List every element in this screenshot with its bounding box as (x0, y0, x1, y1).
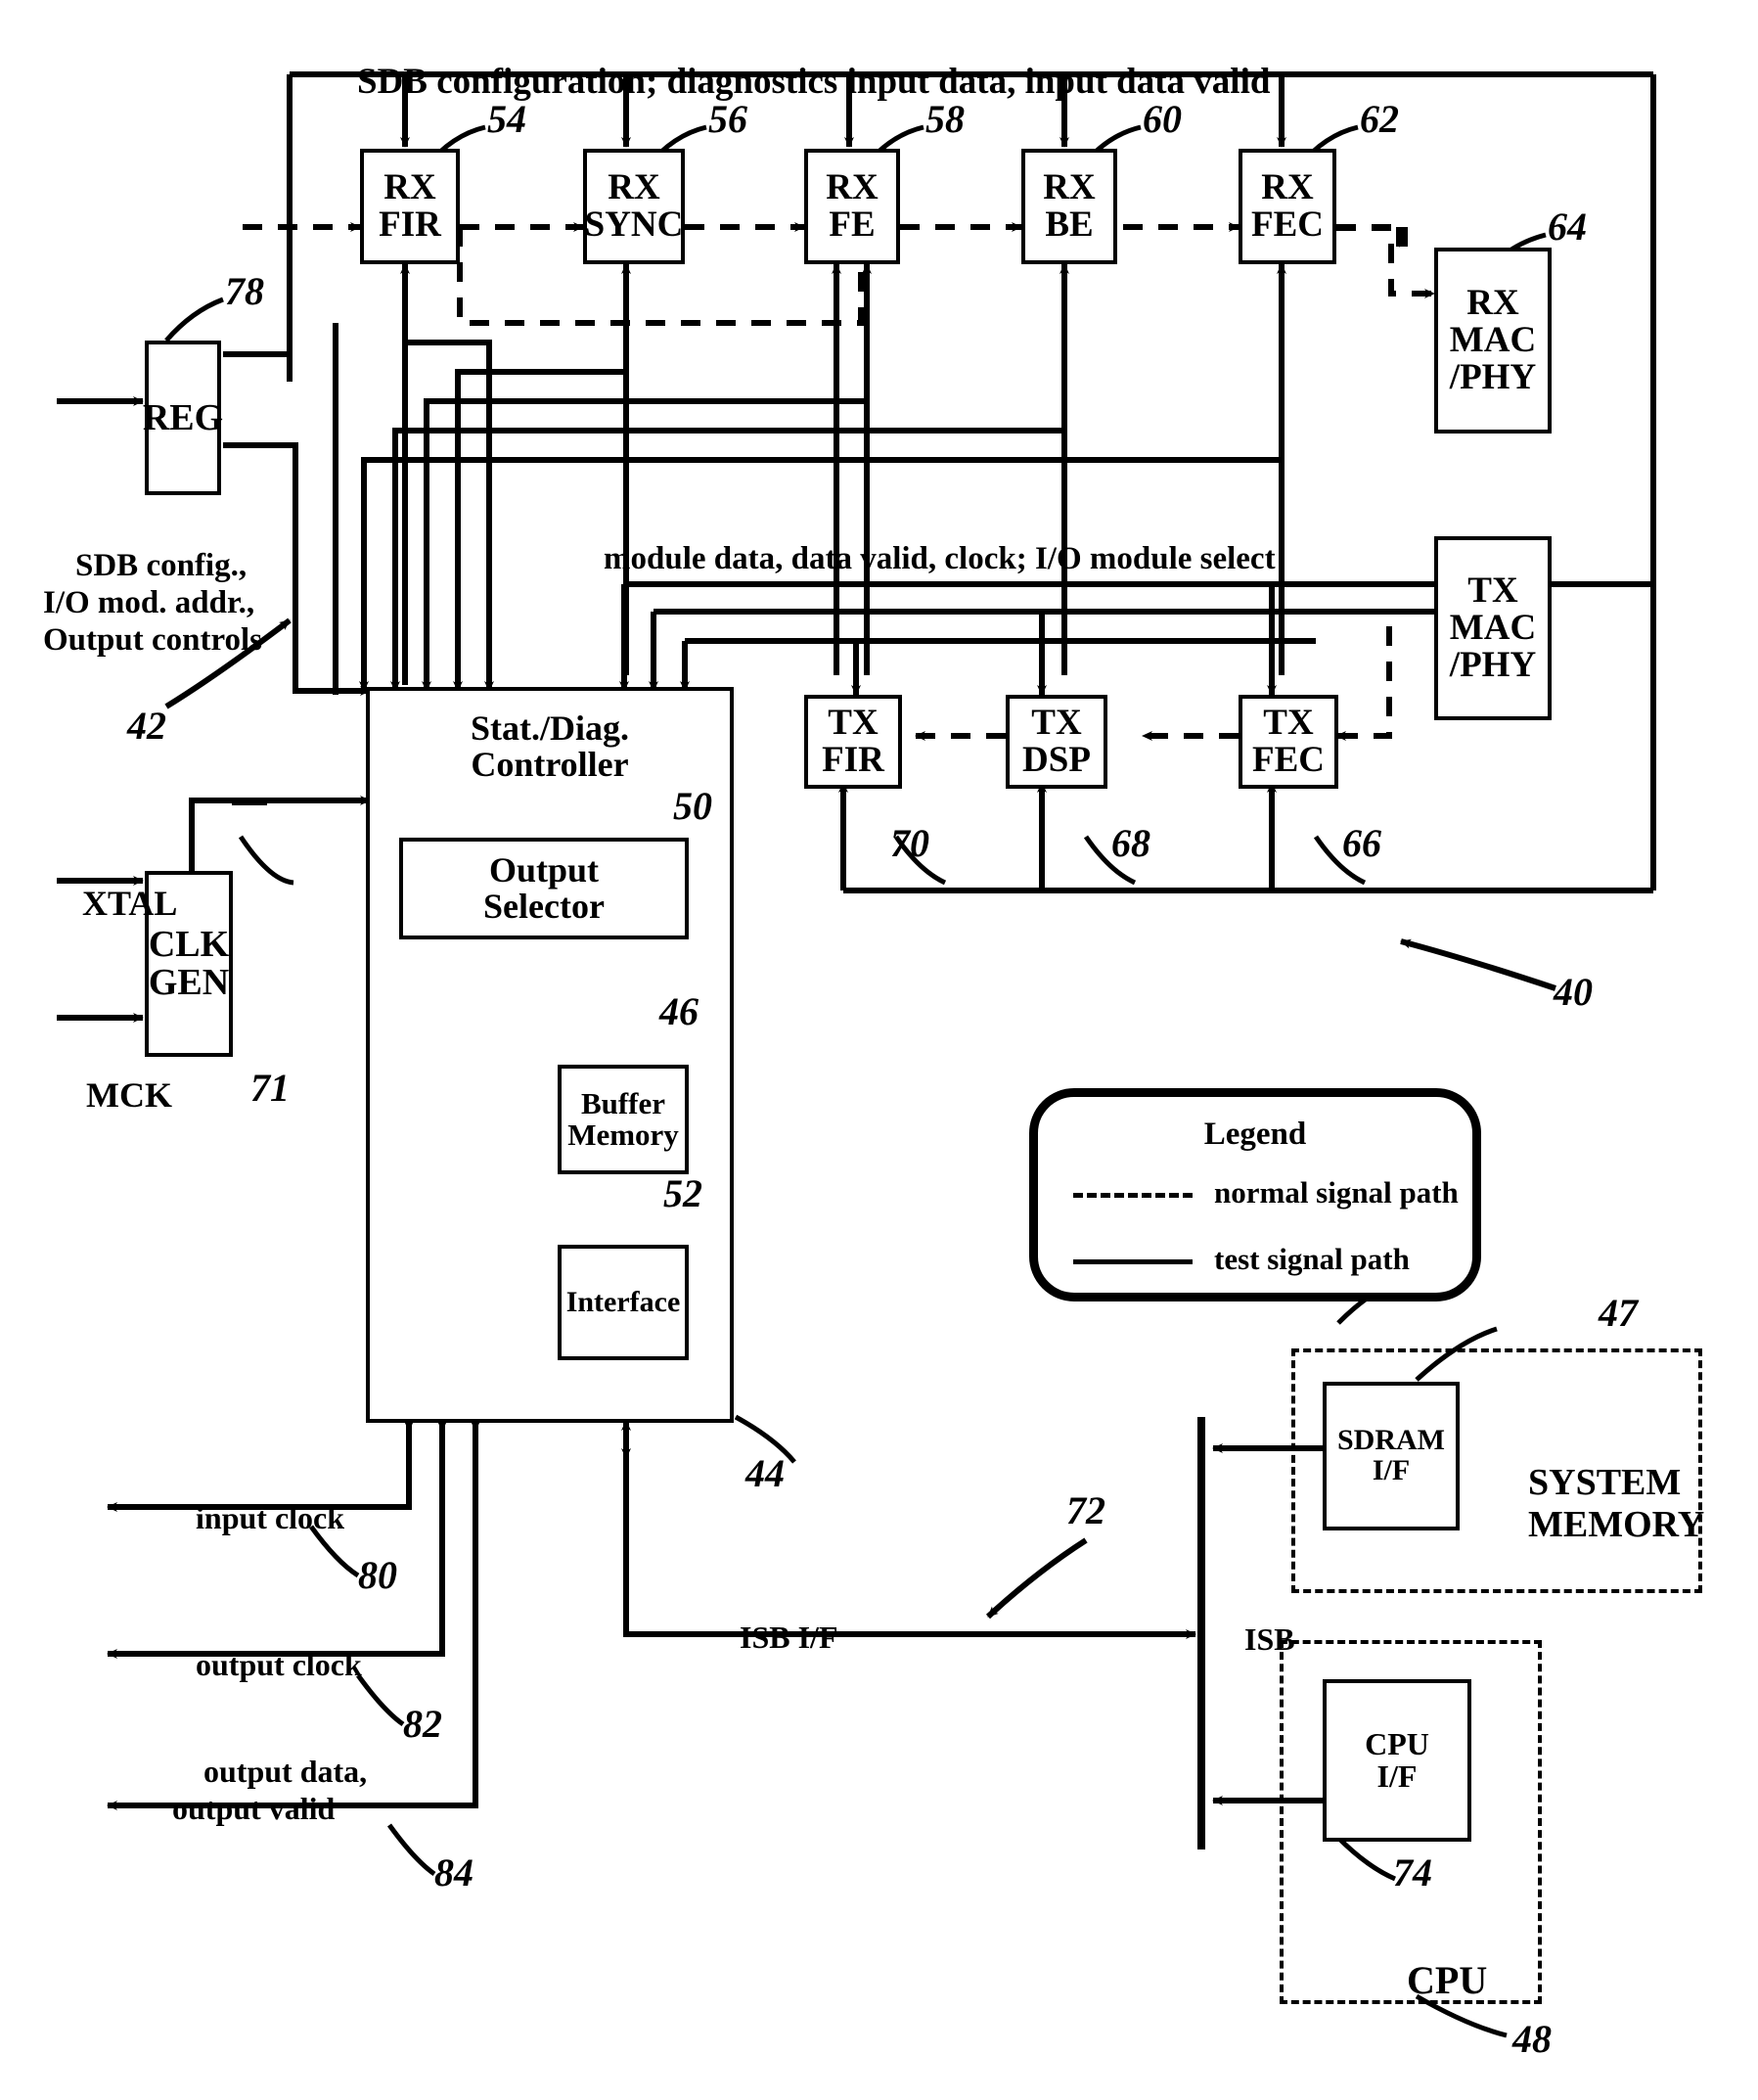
ref-44: 44 (745, 1451, 785, 1495)
cpu-if-line1: CPU (1365, 1726, 1429, 1762)
block-sdram-if[interactable]: SDRAM I/F (1323, 1382, 1460, 1530)
ref-46: 46 (659, 989, 699, 1033)
tx-dsp-line1: TX (1031, 703, 1082, 744)
output-selector-line2: Selector (483, 887, 605, 926)
xtal-label: XTAL (82, 884, 178, 924)
block-rx-fir[interactable]: RX FIR (360, 149, 460, 264)
ref-40: 40 (1554, 970, 1593, 1014)
tx-mac-line1: TX (1467, 571, 1518, 612)
ref-60: 60 (1143, 97, 1182, 141)
block-tx-dsp[interactable]: TX DSP (1006, 695, 1107, 789)
tx-fec-line1: TX (1263, 703, 1314, 744)
input-clock-label: input clock (196, 1499, 345, 1535)
output-clock-label: output clock (196, 1646, 362, 1682)
block-rx-be[interactable]: RX BE (1021, 149, 1117, 264)
ref-52: 52 (663, 1171, 702, 1215)
ref-50: 50 (673, 784, 712, 828)
legend-normal-row: normal signal path (1214, 1175, 1459, 1210)
ref-64: 64 (1548, 205, 1587, 249)
tx-fir-line2: FIR (822, 740, 884, 780)
cpu-label: CPU (1407, 1958, 1488, 2002)
rx-sync-line1: RX (608, 167, 660, 208)
block-rx-sync[interactable]: RX SYNC (583, 149, 685, 264)
buffer-memory-line1: Buffer (580, 1086, 666, 1121)
ref-70: 70 (890, 821, 929, 865)
output-selector-line1: Output (488, 850, 600, 890)
ref-66: 66 (1342, 821, 1381, 865)
tx-dsp-line2: DSP (1022, 740, 1091, 780)
patent-figure: RX FIR RX SYNC RX FE RX BE RX FEC RX MAC… (0, 0, 1758, 2100)
rx-fec-line1: RX (1261, 167, 1314, 208)
system-memory-line2: MEMORY (1528, 1504, 1705, 1546)
clk-gen-line2: GEN (148, 962, 230, 1003)
reg-inputs-label: SDB config., I/O mod. addr., Output contro… (43, 547, 263, 658)
figure-top-title: SDB configuration; diagnostics input dat… (357, 61, 1271, 102)
controller-line1: Stat./Diag. (471, 708, 629, 748)
block-buffer-memory[interactable]: Buffer Memory (558, 1065, 689, 1174)
cpu-if-line2: I/F (1376, 1758, 1418, 1794)
block-output-selector[interactable]: Output Selector (399, 838, 689, 939)
isb-bus-label: ISB (1244, 1621, 1295, 1657)
system-memory-label: SYSTEM MEMORY (1491, 1419, 1704, 1590)
rx-mac-line2: MAC (1449, 320, 1537, 361)
rx-be-line1: RX (1043, 167, 1096, 208)
tx-fir-line1: TX (828, 703, 879, 744)
ref-56: 56 (708, 97, 747, 141)
ref-68: 68 (1111, 821, 1150, 865)
middle-bus-label: module data, data valid, clock; I/O modu… (604, 540, 1276, 576)
ref-47: 47 (1599, 1291, 1638, 1335)
block-cpu-if[interactable]: CPU I/F (1323, 1679, 1471, 1842)
interface-label: Interface (565, 1285, 681, 1318)
rx-fec-line2: FEC (1251, 205, 1324, 245)
block-tx-fec[interactable]: TX FEC (1239, 695, 1338, 789)
isb-if-label: ISB I/F (740, 1619, 838, 1655)
sdram-if-line1: SDRAM (1337, 1424, 1445, 1457)
rx-mac-line1: RX (1466, 283, 1519, 324)
ref-72: 72 (1066, 1488, 1105, 1532)
rx-fir-line2: FIR (379, 205, 441, 245)
ref-78: 78 (225, 269, 264, 313)
ref-71: 71 (250, 1066, 290, 1110)
legend-title: Legend (1203, 1117, 1307, 1152)
block-rx-fe[interactable]: RX FE (804, 149, 900, 264)
block-interface[interactable]: Interface (558, 1245, 689, 1360)
ref-74: 74 (1393, 1850, 1432, 1895)
tx-fec-line2: FEC (1252, 740, 1325, 780)
buffer-memory-line2: Memory (567, 1118, 679, 1152)
block-tx-fir[interactable]: TX FIR (804, 695, 902, 789)
rx-fe-line2: FE (829, 205, 876, 245)
ref-84: 84 (434, 1850, 473, 1895)
system-memory-line1: SYSTEM (1528, 1461, 1682, 1503)
ref-82: 82 (403, 1702, 442, 1746)
sdram-if-line2: I/F (1372, 1454, 1411, 1486)
output-data-label: output data, output valid (172, 1753, 368, 1826)
ref-48: 48 (1512, 2017, 1552, 2061)
legend-box: Legend normal signal path test signal pa… (1029, 1088, 1481, 1301)
legend-dash-swatch (1073, 1193, 1193, 1198)
cpu-group-label: CPU (1368, 1913, 1487, 2048)
ref-62: 62 (1360, 97, 1399, 141)
controller-line2: Controller (471, 744, 629, 784)
ref-42: 42 (127, 704, 166, 748)
rx-mac-line3: /PHY (1449, 356, 1537, 397)
rx-fir-line1: RX (383, 167, 436, 208)
block-tx-mac-phy[interactable]: TX MAC /PHY (1434, 536, 1552, 720)
mck-label: MCK (86, 1075, 172, 1116)
ref-80: 80 (358, 1553, 397, 1597)
tx-mac-line3: /PHY (1449, 644, 1537, 685)
ref-54: 54 (487, 97, 526, 141)
ref-58: 58 (925, 97, 965, 141)
block-reg[interactable]: REG (142, 341, 224, 495)
rx-be-line2: BE (1045, 205, 1094, 245)
block-rx-fec[interactable]: RX FEC (1239, 149, 1336, 264)
rx-sync-line2: SYNC (584, 205, 684, 245)
tx-mac-line2: MAC (1449, 608, 1537, 649)
legend-solid-swatch (1073, 1259, 1193, 1264)
block-rx-mac-phy[interactable]: RX MAC /PHY (1434, 248, 1552, 434)
reg-label: REG (142, 396, 224, 438)
rx-fe-line1: RX (826, 167, 879, 208)
legend-test-row: test signal path (1214, 1242, 1410, 1276)
